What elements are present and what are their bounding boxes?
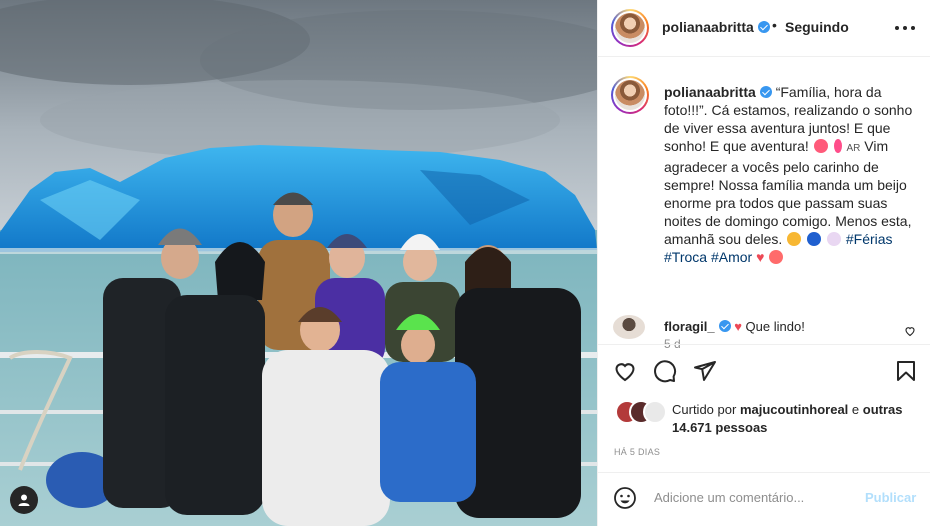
author-username-link[interactable]: polianaabritta	[662, 19, 770, 35]
red-heart-emoji: ♥	[734, 319, 742, 334]
emoji-icon[interactable]	[613, 486, 637, 510]
caption-username[interactable]: polianaabritta	[664, 84, 756, 100]
comment-body: Que lindo!	[745, 319, 805, 334]
verified-icon	[757, 21, 770, 33]
commenter-avatar[interactable]	[613, 315, 645, 339]
red-heart-emoji: ♥	[756, 249, 765, 265]
following-button[interactable]: Seguindo	[785, 19, 849, 35]
more-icon	[895, 26, 915, 30]
flag-emoji-text: AR	[846, 143, 861, 154]
post-image	[0, 0, 597, 526]
likes-and: e	[851, 402, 860, 417]
kiss-emoji	[769, 250, 784, 264]
comment-like-icon[interactable]	[904, 325, 916, 337]
user-tag-button[interactable]	[10, 486, 38, 514]
user-tag-icon	[18, 494, 30, 506]
heart-eyes-emoji	[813, 139, 828, 153]
caption-author-avatar[interactable]	[611, 76, 649, 114]
smile-emoji	[787, 232, 802, 246]
hashtag-troca[interactable]: #Troca	[664, 249, 707, 265]
liked-by-user-link[interactable]: majucoutinhoreal	[740, 402, 848, 417]
bookmark-icon[interactable]	[894, 359, 918, 383]
author-username: polianaabritta	[662, 19, 754, 35]
comment-icon[interactable]	[653, 359, 677, 383]
post-photo[interactable]	[0, 0, 597, 526]
likes-text: Curtido por majucoutinhoreal e outras 14…	[672, 401, 912, 437]
hashtag-ferias[interactable]: #Férias	[846, 231, 893, 247]
share-icon[interactable]	[693, 359, 717, 383]
caption-text: polianaabritta “Família, hora da foto!!!…	[664, 83, 914, 266]
comment-input[interactable]	[654, 490, 854, 505]
post-details-panel: polianaabritta • Seguindo polianaabritta…	[597, 0, 930, 526]
publish-button[interactable]: Publicar	[865, 490, 916, 505]
blue-heart-emoji	[807, 232, 822, 246]
likes-prefix: Curtido por	[672, 402, 737, 417]
comment-text: floragil_ ♥ Que lindo!	[664, 319, 805, 334]
heart-icon[interactable]	[613, 359, 637, 383]
post-actions-bar	[598, 344, 930, 397]
post-date[interactable]: HÁ 5 DIAS	[614, 447, 660, 457]
more-options-button[interactable]	[894, 18, 916, 38]
comment-row: floragil_ ♥ Que lindo!	[598, 312, 930, 344]
caption-section: polianaabritta “Família, hora da foto!!!…	[598, 58, 930, 351]
add-comment-bar: Publicar	[598, 472, 930, 526]
author-avatar[interactable]	[611, 9, 649, 47]
pin-emoji	[833, 139, 842, 153]
verified-icon	[759, 86, 772, 98]
likes-summary: Curtido por majucoutinhoreal e outras 14…	[598, 398, 930, 438]
hashtag-amor[interactable]: #Amor	[711, 249, 752, 265]
person-emoji	[826, 232, 841, 246]
liker-avatar	[643, 400, 667, 424]
separator-dot: •	[772, 17, 777, 33]
liker-avatars	[615, 400, 667, 424]
commenter-username[interactable]: floragil_	[664, 319, 715, 334]
verified-icon	[718, 320, 731, 332]
post-header: polianaabritta • Seguindo	[598, 0, 930, 57]
